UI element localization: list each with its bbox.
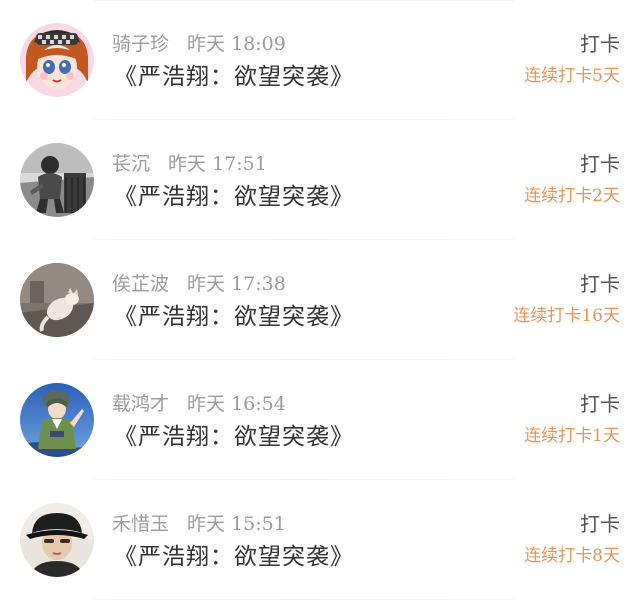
- user-name[interactable]: 禾惜玉: [112, 513, 169, 535]
- bw-photo-avatar-icon[interactable]: [20, 143, 94, 217]
- book-title[interactable]: 《严浩翔：欲望突袭》: [114, 62, 354, 92]
- checkin-label: 打卡: [580, 392, 620, 416]
- list-item[interactable]: 苌沉 昨天 17:51 《严浩翔：欲望突袭》 打卡 连续打卡2天: [0, 120, 640, 240]
- book-title[interactable]: 《严浩翔：欲望突袭》: [114, 422, 354, 452]
- streak-count: 连续打卡8天: [524, 546, 620, 566]
- user-name[interactable]: 载鸿才: [112, 393, 169, 415]
- checkin-list: 骑子珍 昨天 18:09 《严浩翔：欲望突袭》 打卡 连续打卡5天 苌沉 昨天 …: [0, 0, 640, 600]
- cat-avatar-icon[interactable]: [20, 263, 94, 337]
- entry-meta: 俟芷波 昨天 17:38: [112, 272, 286, 296]
- streak-count: 连续打卡16天: [513, 306, 620, 326]
- entry-time: 昨天 17:51: [168, 153, 267, 175]
- doll-avatar-icon[interactable]: [20, 23, 94, 97]
- entry-time: 昨天 18:09: [187, 33, 286, 55]
- streak-count: 连续打卡2天: [524, 186, 620, 206]
- list-item[interactable]: 骑子珍 昨天 18:09 《严浩翔：欲望突袭》 打卡 连续打卡5天: [0, 0, 640, 120]
- person-hat-avatar-icon[interactable]: [20, 503, 94, 577]
- book-title[interactable]: 《严浩翔：欲望突袭》: [114, 302, 354, 332]
- list-item[interactable]: 俟芷波 昨天 17:38 《严浩翔：欲望突袭》 打卡 连续打卡16天: [0, 240, 640, 360]
- entry-meta: 苌沉 昨天 17:51: [112, 152, 267, 176]
- streak-count: 连续打卡1天: [524, 426, 620, 446]
- user-name[interactable]: 俟芷波: [112, 273, 169, 295]
- entry-time: 昨天 15:51: [187, 513, 286, 535]
- list-item[interactable]: 禾惜玉 昨天 15:51 《严浩翔：欲望突袭》 打卡 连续打卡8天: [0, 480, 640, 600]
- book-title[interactable]: 《严浩翔：欲望突袭》: [114, 182, 354, 212]
- entry-meta: 禾惜玉 昨天 15:51: [112, 512, 286, 536]
- checkin-label: 打卡: [580, 512, 620, 536]
- streak-count: 连续打卡5天: [524, 66, 620, 86]
- entry-time: 昨天 17:38: [187, 273, 286, 295]
- divider: [94, 599, 514, 600]
- user-name[interactable]: 苌沉: [112, 153, 150, 175]
- anime-boy-avatar-icon[interactable]: [20, 383, 94, 457]
- checkin-label: 打卡: [580, 32, 620, 56]
- checkin-label: 打卡: [580, 272, 620, 296]
- checkin-label: 打卡: [580, 152, 620, 176]
- user-name[interactable]: 骑子珍: [112, 33, 169, 55]
- list-item[interactable]: 载鸿才 昨天 16:54 《严浩翔：欲望突袭》 打卡 连续打卡1天: [0, 360, 640, 480]
- entry-time: 昨天 16:54: [187, 393, 286, 415]
- book-title[interactable]: 《严浩翔：欲望突袭》: [114, 542, 354, 572]
- entry-meta: 载鸿才 昨天 16:54: [112, 392, 286, 416]
- entry-meta: 骑子珍 昨天 18:09: [112, 32, 286, 56]
